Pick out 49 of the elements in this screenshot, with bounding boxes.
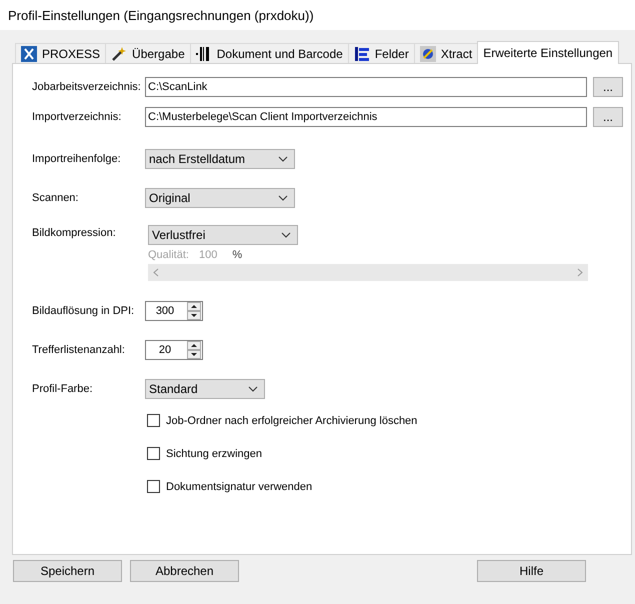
- quality-value: 100: [198, 249, 218, 261]
- tab[interactable]: Übergabe: [105, 43, 191, 63]
- magic-wand-icon: [111, 46, 128, 62]
- browse-button[interactable]: ...: [593, 77, 623, 97]
- dropdown[interactable]: nach Erstelldatum: [145, 149, 295, 169]
- field-label: Bildauflösung in DPI:: [32, 305, 136, 317]
- field-label: Importreihenfolge:: [32, 153, 122, 165]
- spin-arrows-icon: [187, 302, 201, 320]
- number-spinner[interactable]: 300: [145, 301, 203, 321]
- field-label: Profil-Farbe:: [32, 383, 94, 395]
- field-label: Jobarbeitsverzeichnis:: [32, 81, 142, 93]
- dropdown[interactable]: Standard: [145, 379, 265, 399]
- tab[interactable]: Felder: [348, 43, 415, 63]
- dropdown[interactable]: Verlustfrei: [148, 225, 298, 245]
- chevron-down-icon: [281, 232, 291, 238]
- field-label: Importverzeichnis:: [32, 111, 122, 123]
- chevron-down-icon: [248, 386, 258, 392]
- quality-label: Qualität:: [148, 249, 189, 261]
- field-label: Trefferlistenanzahl:: [32, 344, 126, 356]
- arrow-right-icon: [577, 268, 583, 277]
- tab[interactable]: PROXESS: [15, 43, 106, 63]
- barcode-icon: [196, 46, 212, 62]
- checkbox[interactable]: [147, 480, 160, 493]
- dropdown[interactable]: Original: [145, 188, 295, 208]
- checkbox-label: Dokumentsignatur verwenden: [166, 480, 312, 492]
- dialog-button[interactable]: Hilfe: [477, 560, 586, 582]
- tab[interactable]: Dokument und Barcode: [190, 43, 349, 63]
- checkbox-label: Job-Ordner nach erfolgreicher Archivierung löschen: [166, 414, 418, 426]
- browse-button[interactable]: ...: [593, 107, 623, 127]
- window-title: Profil-Einstellungen (Eingangsrechnungen (prxdoku)): [8, 8, 314, 22]
- dialog-button[interactable]: Abbrechen: [130, 560, 239, 582]
- number-spinner[interactable]: 20: [145, 340, 203, 360]
- field-label: Bildkompression:: [32, 227, 117, 239]
- fields-icon: [354, 46, 370, 62]
- checkbox-label: Sichtung erzwingen: [166, 448, 262, 460]
- chevron-down-icon: [278, 156, 288, 162]
- chevron-down-icon: [278, 195, 288, 201]
- dialog-button[interactable]: Speichern: [13, 560, 122, 582]
- tab[interactable]: Erweiterte Einstellungen: [477, 41, 619, 64]
- spin-arrows-icon: [187, 341, 201, 359]
- checkbox[interactable]: [147, 414, 160, 427]
- tab[interactable]: Xtract: [414, 43, 478, 63]
- path-field[interactable]: C:\ScanLink: [145, 77, 587, 97]
- path-field[interactable]: C:\Musterbelege\Scan Client Importverzeichnis: [145, 107, 587, 127]
- scrollbar[interactable]: [148, 264, 588, 281]
- checkbox[interactable]: [147, 447, 160, 460]
- field-label: Scannen:: [32, 192, 80, 204]
- arrow-left-icon: [153, 268, 159, 277]
- percent-unit: %: [232, 249, 242, 261]
